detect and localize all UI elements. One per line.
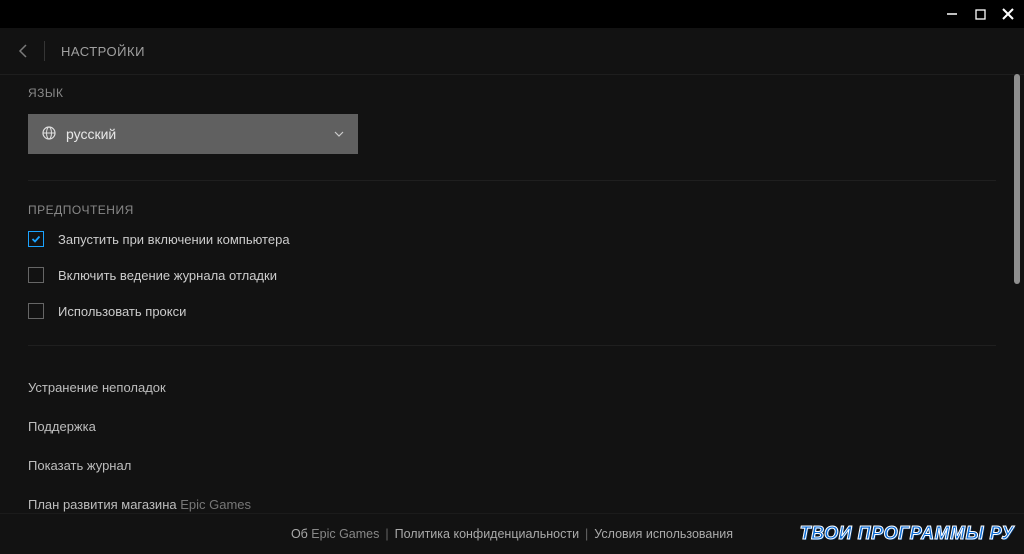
checkbox-proxy[interactable] [28, 303, 44, 319]
language-selected-value: русский [66, 126, 116, 142]
header-divider [44, 41, 45, 61]
pref-label: Запустить при включении компьютера [58, 232, 290, 247]
app-window: НАСТРОЙКИ ЯЗЫК русский ПРЕДПОЧТЕНИЯ [0, 0, 1024, 554]
footer-about[interactable]: Об Epic Games [291, 527, 379, 541]
watermark: ТВОИ ПРОГРАММЫ РУ [800, 523, 1014, 544]
link-troubleshoot[interactable]: Устранение неполадок [28, 368, 996, 407]
pref-run-at-startup[interactable]: Запустить при включении компьютера [28, 231, 996, 247]
checkbox-startup[interactable] [28, 231, 44, 247]
close-button[interactable] [1000, 6, 1016, 22]
scrollbar[interactable] [1014, 74, 1020, 510]
section-divider [28, 345, 996, 346]
preferences-section-label: ПРЕДПОЧТЕНИЯ [28, 203, 996, 217]
link-show-log[interactable]: Показать журнал [28, 446, 996, 485]
checkbox-debug[interactable] [28, 267, 44, 283]
titlebar [0, 0, 1024, 28]
page-header: НАСТРОЙКИ [0, 28, 1024, 75]
footer-privacy[interactable]: Политика конфиденциальности [395, 527, 579, 541]
link-support[interactable]: Поддержка [28, 407, 996, 446]
language-section-label: ЯЗЫК [28, 86, 996, 100]
globe-icon [42, 126, 56, 143]
footer-terms[interactable]: Условия использования [594, 527, 733, 541]
link-roadmap[interactable]: План развития магазина Epic Games [28, 485, 996, 514]
pref-use-proxy[interactable]: Использовать прокси [28, 303, 996, 319]
scroll-thumb[interactable] [1014, 74, 1020, 284]
chevron-down-icon [334, 129, 344, 140]
pref-debug-log[interactable]: Включить ведение журнала отладки [28, 267, 996, 283]
pref-label: Включить ведение журнала отладки [58, 268, 277, 283]
minimize-button[interactable] [944, 6, 960, 22]
language-select[interactable]: русский [28, 114, 358, 154]
content-area: ЯЗЫК русский ПРЕДПОЧТЕНИЯ Запусти [0, 74, 1024, 514]
maximize-button[interactable] [972, 6, 988, 22]
pref-label: Использовать прокси [58, 304, 186, 319]
section-divider [28, 180, 996, 181]
page-title: НАСТРОЙКИ [61, 44, 145, 59]
back-button[interactable] [18, 43, 28, 59]
